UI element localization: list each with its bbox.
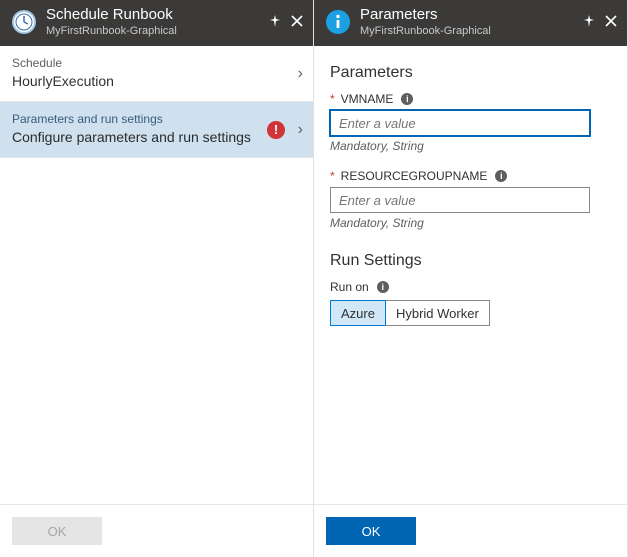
error-badge-icon: ! [267, 121, 285, 139]
row-value: HourlyExecution [12, 73, 301, 89]
blade-header: Schedule Runbook MyFirstRunbook-Graphica… [0, 0, 313, 46]
close-icon[interactable] [291, 14, 303, 30]
run-on-azure[interactable]: Azure [330, 300, 386, 326]
ok-button: OK [12, 517, 102, 545]
blade-body: Parameters * VMNAME i Mandatory, String … [314, 46, 627, 504]
vmname-field: * VMNAME i Mandatory, String [330, 92, 611, 153]
required-asterisk: * [330, 169, 335, 183]
resourcegroupname-field: * RESOURCEGROUPNAME i Mandatory, String [330, 169, 611, 230]
clock-icon [10, 8, 38, 36]
vmname-input[interactable] [330, 110, 590, 136]
info-icon [324, 8, 352, 36]
blade-subtitle: MyFirstRunbook-Graphical [46, 25, 261, 37]
blade-footer: OK [0, 504, 313, 557]
run-on-toggle: Azure Hybrid Worker [330, 300, 611, 326]
blade-title: Schedule Runbook [46, 7, 261, 24]
parameters-section-title: Parameters [330, 64, 611, 82]
field-label-text: RESOURCEGROUPNAME [341, 169, 488, 183]
blade-footer: OK [314, 504, 627, 557]
resourcegroupname-input[interactable] [330, 187, 590, 213]
pin-icon[interactable] [269, 14, 281, 30]
run-settings-section-title: Run Settings [330, 252, 611, 270]
field-hint: Mandatory, String [330, 216, 611, 230]
chevron-right-icon: › [298, 121, 303, 139]
required-asterisk: * [330, 92, 335, 106]
chevron-right-icon: › [298, 65, 303, 83]
close-icon[interactable] [605, 14, 617, 30]
field-label-text: VMNAME [341, 92, 394, 106]
ok-button[interactable]: OK [326, 517, 416, 545]
parameters-row[interactable]: Parameters and run settings Configure pa… [0, 102, 313, 158]
blade-header: Parameters MyFirstRunbook-Graphical [314, 0, 627, 46]
info-icon[interactable]: i [495, 170, 507, 182]
field-hint: Mandatory, String [330, 139, 611, 153]
row-value: Configure parameters and run settings [12, 129, 301, 145]
pin-icon[interactable] [583, 14, 595, 30]
row-label: Parameters and run settings [12, 112, 301, 126]
schedule-runbook-blade: Schedule Runbook MyFirstRunbook-Graphica… [0, 0, 314, 557]
parameters-blade: Parameters MyFirstRunbook-Graphical Para… [314, 0, 628, 557]
info-icon[interactable]: i [377, 281, 389, 293]
row-label: Schedule [12, 56, 301, 70]
schedule-row[interactable]: Schedule HourlyExecution › [0, 46, 313, 102]
blade-subtitle: MyFirstRunbook-Graphical [360, 25, 575, 37]
blade-title: Parameters [360, 7, 575, 24]
run-on-label: Run on [330, 280, 369, 294]
info-icon[interactable]: i [401, 93, 413, 105]
blade-body: Schedule HourlyExecution › Parameters an… [0, 46, 313, 504]
run-on-hybrid-worker[interactable]: Hybrid Worker [386, 300, 490, 326]
